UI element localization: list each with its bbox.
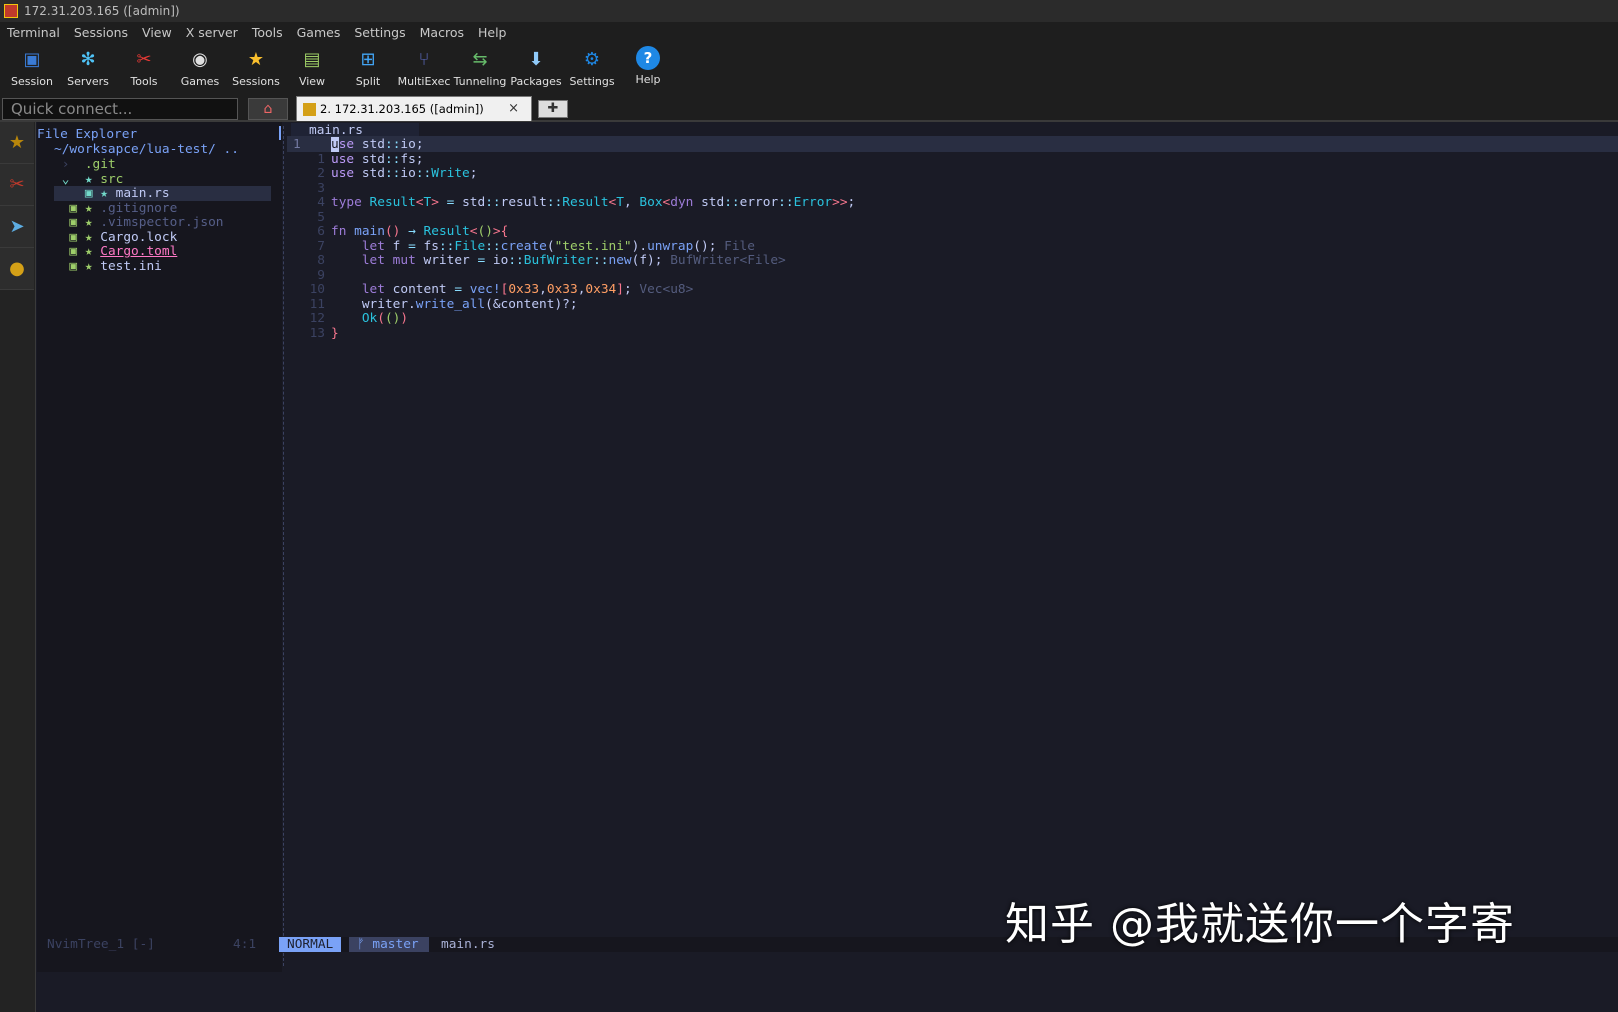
menu-view[interactable]: View bbox=[135, 25, 179, 40]
app-icon bbox=[4, 4, 18, 18]
dock-sessions-button[interactable]: ★ bbox=[0, 122, 34, 164]
home-tab[interactable]: ⌂ bbox=[248, 98, 288, 120]
session-icon: ▣ bbox=[23, 48, 41, 70]
tree-item-selected[interactable]: ▣ ★ main.rs bbox=[54, 186, 271, 201]
multiexec-icon: ⑂ bbox=[418, 48, 430, 70]
window-title: 172.31.203.165 ([admin]) bbox=[24, 4, 180, 18]
editor-pane[interactable]: main.rs 1 use std::io; 1 use std::fs; 2 use… bbox=[287, 122, 1618, 972]
servers-icon: ✻ bbox=[80, 48, 96, 70]
tree-item[interactable]: ⌄ ★ src bbox=[54, 172, 124, 187]
menu-tools[interactable]: Tools bbox=[245, 25, 290, 40]
watermark: 知乎 @我就送你一个字寄 bbox=[1005, 899, 1515, 950]
toolbar: ▣ Session ✻ Servers ✂ Tools ◉ Games ★ Session… bbox=[0, 42, 1618, 94]
home-icon: ⌂ bbox=[263, 101, 273, 117]
file-explorer: File Explorer ~/worksapce/lua-test/ .. ›… bbox=[37, 122, 282, 972]
tree-statusline: NvimTree_1 [-] 4:1 bbox=[37, 937, 282, 952]
cursor-line bbox=[287, 136, 1618, 152]
statusline-filename: main.rs bbox=[441, 937, 495, 952]
menu-games[interactable]: Games bbox=[290, 25, 348, 40]
tree-item[interactable]: › .git bbox=[54, 157, 116, 172]
menu-bar: Terminal Sessions View X server Tools Ga… bbox=[0, 22, 1618, 42]
servers-button[interactable]: ✻ Servers bbox=[60, 42, 116, 94]
star-icon: ★ bbox=[8, 132, 26, 153]
new-tab-button[interactable]: ✚ bbox=[538, 100, 568, 118]
settings-button[interactable]: ⚙ Settings bbox=[564, 42, 620, 94]
send-icon: ➤ bbox=[9, 216, 25, 237]
tree-statusline-pos: 4:1 bbox=[233, 937, 257, 952]
tab-row: Quick connect... ⌂ 2. 172.31.203.165 ([a… bbox=[0, 94, 1618, 122]
quick-connect-input[interactable]: Quick connect... bbox=[2, 98, 238, 120]
tree-item[interactable]: ▣ ★ test.ini bbox=[54, 259, 161, 274]
menu-settings[interactable]: Settings bbox=[347, 25, 412, 40]
help-icon: ? bbox=[636, 46, 660, 70]
git-branch: ᚠ master bbox=[349, 937, 429, 952]
sessions-button[interactable]: ★ Sessions bbox=[228, 42, 284, 94]
help-button[interactable]: ? Help bbox=[620, 42, 676, 94]
menu-x-server[interactable]: X server bbox=[179, 25, 245, 40]
tree-item[interactable]: ▣ ★ .gitignore bbox=[54, 201, 177, 216]
tree-statusline-name: NvimTree_1 [-] bbox=[47, 937, 155, 952]
tree-item[interactable]: ▣ ★ .vimspector.json bbox=[54, 215, 223, 230]
window-separator bbox=[283, 126, 284, 966]
title-bar: 172.31.203.165 ([admin]) bbox=[0, 0, 1618, 22]
tools-icon: ✂ bbox=[9, 174, 25, 195]
view-icon: ▤ bbox=[303, 48, 321, 70]
left-dock: ★ ✂ ➤ ● bbox=[0, 122, 36, 1012]
menu-help[interactable]: Help bbox=[471, 25, 514, 40]
tree-cursor bbox=[279, 126, 281, 140]
session-tab[interactable]: 2. 172.31.203.165 ([admin]) × bbox=[296, 96, 532, 121]
close-tab-icon[interactable]: × bbox=[508, 101, 519, 116]
terminal-area[interactable]: File Explorer ~/worksapce/lua-test/ .. ›… bbox=[37, 122, 1618, 1012]
star-icon: ★ bbox=[247, 48, 265, 70]
split-icon: ⊞ bbox=[360, 48, 376, 70]
games-button[interactable]: ◉ Games bbox=[172, 42, 228, 94]
packages-button[interactable]: ⬇ Packages bbox=[508, 42, 564, 94]
mode-indicator: NORMAL bbox=[279, 937, 342, 952]
tree-root: ~/worksapce/lua-test/ .. bbox=[54, 142, 239, 157]
tools-button[interactable]: ✂ Tools bbox=[116, 42, 172, 94]
tree-item[interactable]: ▣ ★ Cargo.toml bbox=[54, 244, 177, 259]
buffer-tabline: main.rs bbox=[287, 122, 1618, 138]
menu-macros[interactable]: Macros bbox=[413, 25, 471, 40]
packages-icon: ⬇ bbox=[528, 48, 544, 70]
tab-session-icon bbox=[303, 102, 316, 116]
globe-icon: ● bbox=[9, 258, 25, 279]
session-button[interactable]: ▣ Session bbox=[4, 42, 60, 94]
split-button[interactable]: ⊞ Split bbox=[340, 42, 396, 94]
view-button[interactable]: ▤ View bbox=[284, 42, 340, 94]
session-tab-label: 2. 172.31.203.165 ([admin]) bbox=[320, 102, 484, 116]
settings-icon: ⚙ bbox=[583, 48, 601, 70]
multiexec-button[interactable]: ⑂ MultiExec bbox=[396, 42, 452, 94]
menu-terminal[interactable]: Terminal bbox=[0, 25, 67, 40]
file-explorer-title: File Explorer bbox=[37, 127, 138, 142]
menu-sessions[interactable]: Sessions bbox=[67, 25, 135, 40]
dock-sftp-button[interactable]: ● bbox=[0, 248, 34, 290]
dock-tools-button[interactable]: ✂ bbox=[0, 164, 34, 206]
tree-item[interactable]: ▣ ★ Cargo.lock bbox=[54, 230, 177, 245]
games-icon: ◉ bbox=[192, 48, 208, 70]
tools-icon: ✂ bbox=[136, 48, 152, 70]
tunneling-button[interactable]: ⇆ Tunneling bbox=[452, 42, 508, 94]
tunneling-icon: ⇆ bbox=[472, 48, 488, 70]
dock-macros-button[interactable]: ➤ bbox=[0, 206, 34, 248]
